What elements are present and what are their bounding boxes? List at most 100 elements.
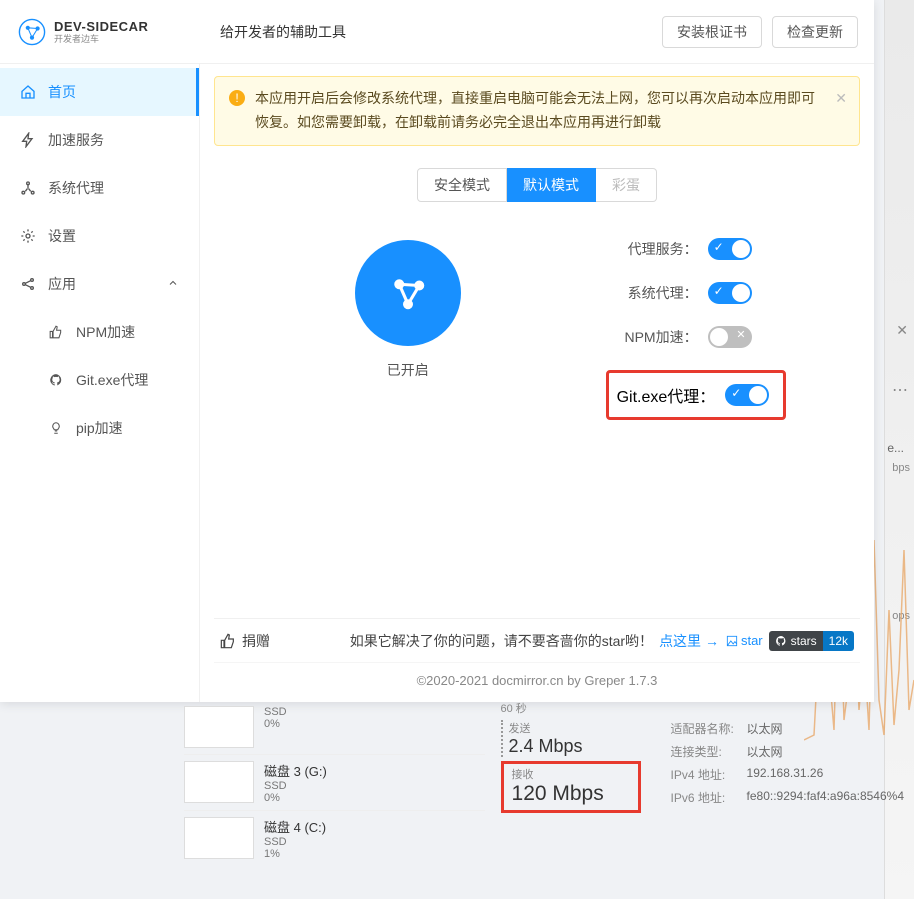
switch-label: NPM加速： bbox=[612, 327, 698, 347]
sidebar-item-label: pip加速 bbox=[76, 418, 123, 438]
star-prompt-text: 如果它解决了你的问题，请不要吝啬你的star哟！ bbox=[350, 631, 653, 651]
disk-type: SSD bbox=[264, 706, 287, 718]
disk-pct: 1% bbox=[264, 848, 326, 860]
main-content: ! 本应用开启后会修改系统代理，直接重启电脑可能会无法上网，您可以再次启动本应用… bbox=[200, 64, 874, 702]
alert-close-icon[interactable]: ✕ bbox=[835, 87, 847, 111]
gh-stars-label: stars bbox=[791, 634, 817, 648]
disk-row[interactable]: SSD 0% bbox=[184, 700, 485, 754]
disk-pct: 0% bbox=[264, 792, 327, 804]
bottom-bar: 捐赠 如果它解决了你的问题，请不要吝啬你的star哟！ 点这里 → star s… bbox=[214, 618, 860, 662]
sidebar-item-home[interactable]: 首页 bbox=[0, 68, 199, 116]
bolt-icon bbox=[20, 132, 36, 148]
mode-tab-safe[interactable]: 安全模式 bbox=[417, 168, 507, 202]
donate-button[interactable]: 捐赠 bbox=[220, 631, 270, 651]
app-window: DEV-SIDECAR 开发者边车 给开发者的辅助工具 安装根证书 检查更新 首… bbox=[0, 0, 874, 702]
switch-row-npm-accel: NPM加速： bbox=[612, 326, 860, 348]
thumb-icon bbox=[220, 633, 236, 649]
background-taskmgr: SSD 0% 磁盘 3 (G:) SSD 0% 磁盘 4 (C:) SSD 1%… bbox=[184, 700, 904, 866]
power-logo-icon bbox=[383, 268, 433, 318]
net-timespan: 60 秒 bbox=[501, 700, 904, 716]
check-update-button[interactable]: 检查更新 bbox=[772, 16, 858, 48]
disk-type: SSD bbox=[264, 836, 326, 848]
edge-label: e... bbox=[887, 441, 904, 455]
page-title: 给开发者的辅助工具 bbox=[200, 22, 662, 42]
home-icon bbox=[20, 84, 36, 100]
sidebar-item-label: 设置 bbox=[48, 226, 76, 246]
chevron-up-icon bbox=[167, 276, 179, 292]
sidebar: 首页 加速服务 系统代理 设置 应用 NPM加速 bbox=[0, 64, 200, 702]
gear-icon bbox=[20, 228, 36, 244]
broken-image-alt: star bbox=[741, 633, 763, 648]
sidebar-item-proxy[interactable]: 系统代理 bbox=[0, 164, 199, 212]
broken-image-star[interactable]: star bbox=[725, 633, 763, 648]
disk-name: 磁盘 4 (C:) bbox=[264, 817, 326, 836]
ipv6-key: IPv6 地址: bbox=[671, 789, 747, 806]
highlighted-recv: 接收 120 Mbps bbox=[501, 761, 641, 813]
net-recv-label: 接收 bbox=[512, 766, 630, 782]
switch-label: 系统代理： bbox=[612, 283, 698, 303]
ipv4-key: IPv4 地址: bbox=[671, 766, 747, 783]
power-status-label: 已开启 bbox=[387, 360, 429, 380]
sidebar-item-accel[interactable]: 加速服务 bbox=[0, 116, 199, 164]
sidebar-subitem-npm[interactable]: NPM加速 bbox=[0, 308, 199, 356]
gh-stars-count: 12k bbox=[823, 631, 854, 651]
disk-pct: 0% bbox=[264, 718, 287, 730]
npm-accel-switch[interactable] bbox=[708, 326, 752, 348]
sidebar-item-apps[interactable]: 应用 bbox=[0, 260, 199, 308]
footer-copyright: ©2020-2021 docmirror.cn by Greper 1.7.3 bbox=[214, 662, 860, 702]
mode-tab-egg: 彩蛋 bbox=[596, 168, 657, 202]
github-icon bbox=[48, 372, 64, 388]
alert-text: 本应用开启后会修改系统代理，直接重启电脑可能会无法上网，您可以再次启动本应用即可… bbox=[255, 90, 815, 130]
sidebar-item-label: NPM加速 bbox=[76, 322, 135, 342]
sidebar-subitem-pip[interactable]: pip加速 bbox=[0, 404, 199, 452]
switch-label: 代理服务： bbox=[612, 239, 698, 259]
git-proxy-switch[interactable] bbox=[725, 384, 769, 406]
adapter-name-key: 适配器名称: bbox=[671, 720, 747, 737]
warning-icon: ! bbox=[229, 90, 245, 106]
star-link[interactable]: 点这里 → bbox=[659, 631, 719, 651]
switch-label: Git.exe代理： bbox=[617, 383, 716, 407]
edge-unit-ops: ops bbox=[892, 610, 910, 622]
more-icon: ⋯ bbox=[892, 380, 910, 400]
bulb-icon bbox=[48, 420, 64, 436]
logo-icon bbox=[18, 18, 46, 46]
github-stars-badge[interactable]: stars 12k bbox=[769, 631, 854, 651]
sidebar-subitem-git[interactable]: Git.exe代理 bbox=[0, 356, 199, 404]
share-icon bbox=[20, 276, 36, 292]
switch-row-system-proxy: 系统代理： bbox=[612, 282, 860, 304]
donate-label: 捐赠 bbox=[242, 631, 270, 651]
system-proxy-switch[interactable] bbox=[708, 282, 752, 304]
proxy-service-switch[interactable] bbox=[708, 238, 752, 260]
logo: DEV-SIDECAR 开发者边车 bbox=[0, 18, 200, 46]
sidebar-item-label: 加速服务 bbox=[48, 130, 104, 150]
disk-thumb bbox=[184, 817, 254, 859]
network-icon bbox=[20, 180, 36, 196]
ipv4-val: 192.168.31.26 bbox=[747, 766, 824, 783]
disk-row[interactable]: 磁盘 3 (G:) SSD 0% bbox=[184, 754, 485, 810]
header: DEV-SIDECAR 开发者边车 给开发者的辅助工具 安装根证书 检查更新 bbox=[0, 0, 874, 64]
sidebar-item-label: 应用 bbox=[48, 274, 76, 294]
github-icon bbox=[775, 635, 787, 647]
disk-type: SSD bbox=[264, 780, 327, 792]
edge-unit-bps: bps bbox=[892, 462, 910, 474]
sidebar-item-label: 系统代理 bbox=[48, 178, 104, 198]
disk-row[interactable]: 磁盘 4 (C:) SSD 1% bbox=[184, 810, 485, 866]
close-icon[interactable]: ✕ bbox=[896, 322, 908, 339]
net-send-value: 2.4 Mbps bbox=[509, 736, 641, 757]
adapter-name-val: 以太网 bbox=[747, 720, 783, 737]
warning-alert: ! 本应用开启后会修改系统代理，直接重启电脑可能会无法上网，您可以再次启动本应用… bbox=[214, 76, 860, 146]
disk-thumb bbox=[184, 706, 254, 748]
sidebar-item-label: 首页 bbox=[48, 82, 76, 102]
disk-name: 磁盘 3 (G:) bbox=[264, 761, 327, 780]
conn-type-key: 连接类型: bbox=[671, 743, 747, 760]
net-send-label: 发送 bbox=[509, 720, 641, 736]
net-recv-value: 120 Mbps bbox=[512, 782, 630, 806]
install-cert-button[interactable]: 安装根证书 bbox=[662, 16, 762, 48]
thumb-icon bbox=[48, 324, 64, 340]
sidebar-item-settings[interactable]: 设置 bbox=[0, 212, 199, 260]
switch-row-proxy-service: 代理服务： bbox=[612, 238, 860, 260]
power-toggle-button[interactable] bbox=[355, 240, 461, 346]
mode-tab-default[interactable]: 默认模式 bbox=[507, 168, 596, 202]
mode-tabs: 安全模式 默认模式 彩蛋 bbox=[214, 168, 860, 202]
ipv6-val: fe80::9294:faf4:a96a:8546%4 bbox=[747, 789, 904, 806]
